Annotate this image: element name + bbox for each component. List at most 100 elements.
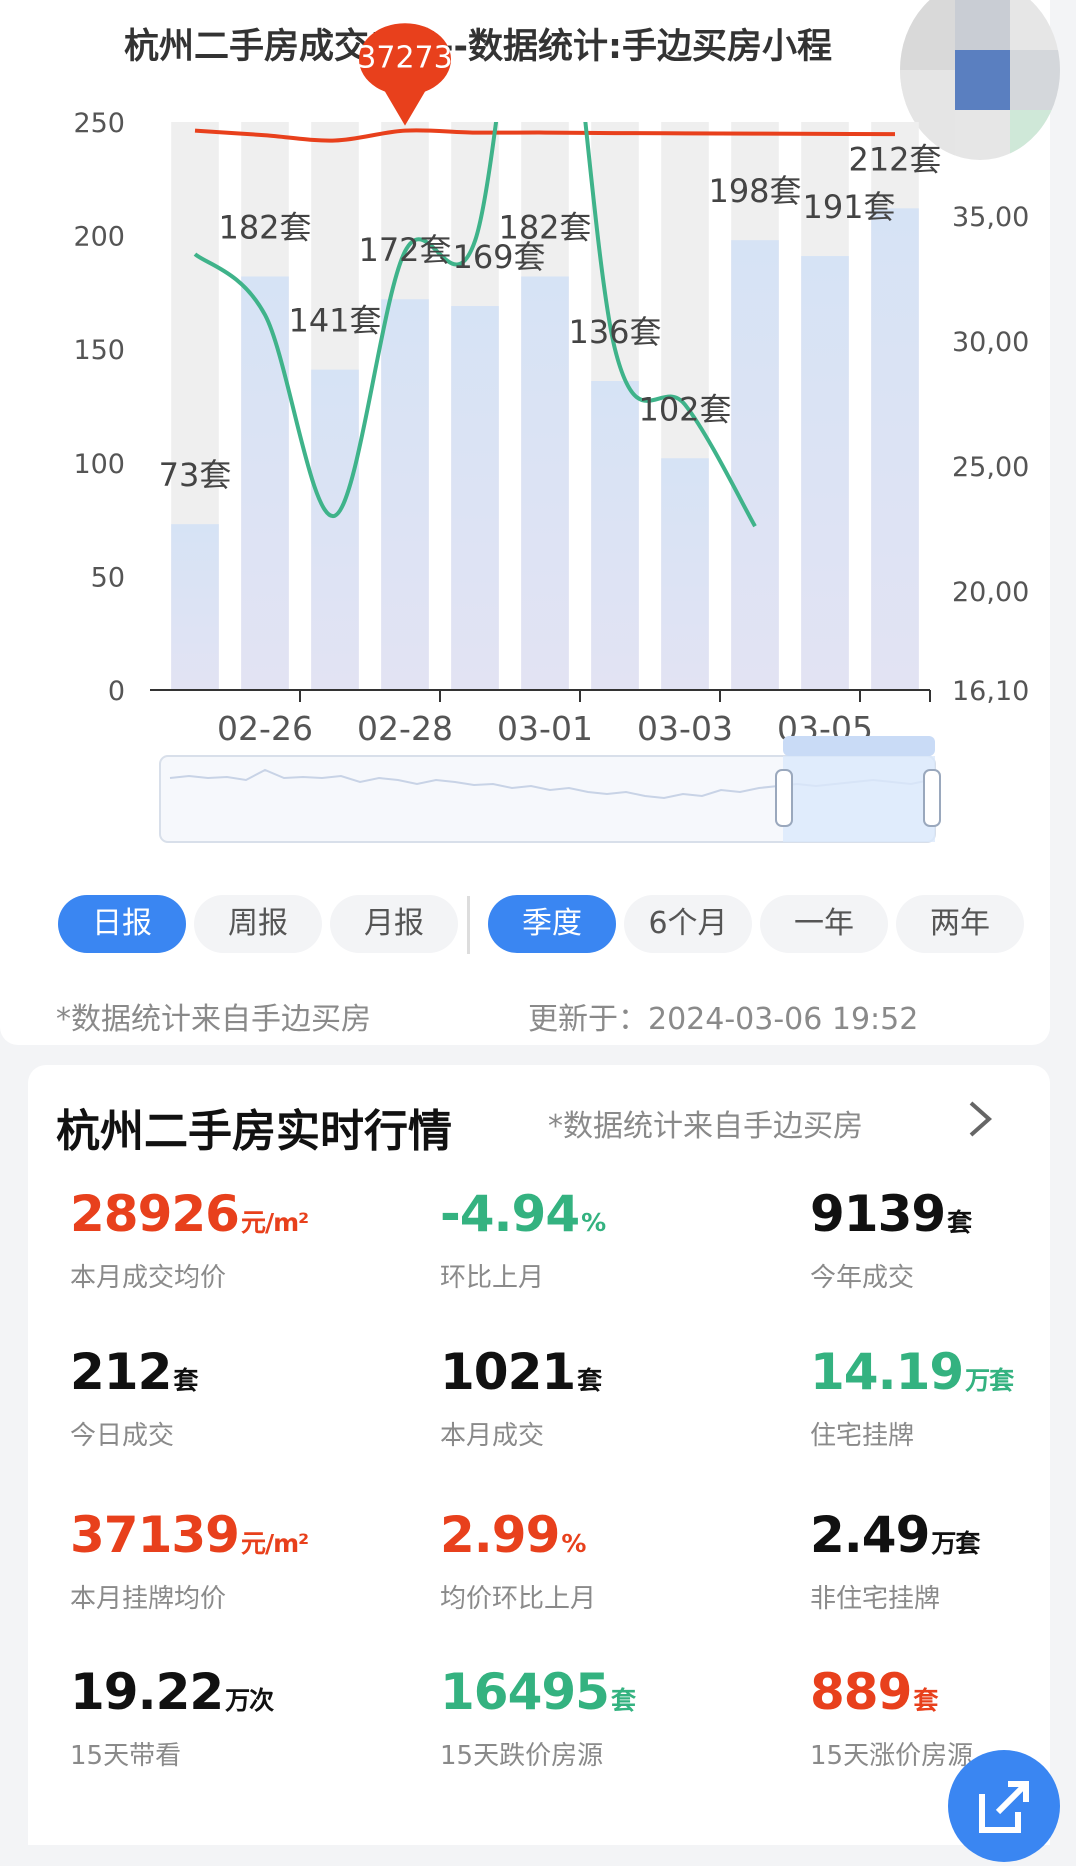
stat-label: 今年成交	[810, 1263, 915, 1293]
stat-value: 28926元/m²	[70, 1185, 309, 1243]
stat-label: 本月成交	[440, 1421, 545, 1451]
left-axis-tick: 200	[73, 222, 125, 253]
stat-label: 均价环比上月	[440, 1584, 597, 1614]
stat-unit: 元/m²	[240, 1529, 309, 1558]
stat-unit: 套	[173, 1366, 198, 1395]
right-axis-tick: 20,00	[952, 577, 1029, 608]
stat-item: 212套今日成交	[70, 1343, 198, 1452]
stat-item: 28926元/m² 本月成交均价	[70, 1185, 309, 1294]
bar-data-label: 182套	[218, 208, 311, 246]
bar	[241, 276, 289, 690]
slider-handle-left	[775, 769, 793, 827]
stat-label: 本月挂牌均价	[70, 1584, 227, 1614]
bar-data-label: 136套	[568, 313, 661, 351]
market-card: 杭州二手房实时行情 *数据统计来自手边买房 28926元/m² 本月成交均价 -4.…	[28, 1065, 1050, 1845]
bar	[311, 369, 359, 690]
right-axis-tick: 35,00	[952, 202, 1029, 233]
left-axis-tick: 0	[108, 676, 125, 707]
stat-unit: %	[561, 1529, 586, 1558]
section-note: *数据统计来自手边买房	[548, 1109, 863, 1144]
stat-item: 14.19万套住宅挂牌	[810, 1343, 1014, 1452]
trade-trend-chart: 250 200 150 100 50 0 35,00 30,00 25,00 20,00 16,1…	[73, 23, 1029, 843]
stat-value: 1021套	[440, 1343, 602, 1401]
stat-unit: 元/m²	[240, 1208, 309, 1237]
stat-label: 今日成交	[70, 1421, 175, 1451]
bar-data-label: 198套	[708, 172, 801, 210]
stat-unit: 套	[610, 1686, 636, 1715]
bar	[871, 208, 919, 690]
tab-2-years[interactable]: 两年	[896, 895, 1024, 953]
stat-value: 9139套	[810, 1185, 972, 1243]
price-marker[interactable]: 37273	[357, 23, 453, 126]
tab-6-months[interactable]: 6个月	[624, 895, 752, 953]
tab-daily[interactable]: 日报	[58, 895, 186, 953]
stat-value: 14.19万套	[810, 1343, 1014, 1401]
tab-1-year[interactable]: 一年	[760, 895, 888, 953]
bar	[381, 299, 429, 690]
x-axis-tick: 03-03	[637, 709, 733, 748]
x-axis-tick: 02-26	[217, 709, 313, 748]
bar-data-label: 102套	[638, 390, 731, 428]
bar-data-label: 73套	[159, 456, 232, 494]
stat-value: 212套	[70, 1343, 198, 1401]
stat-value: 19.22万次	[70, 1663, 274, 1721]
bar-data-label: 172套	[358, 231, 451, 269]
stat-value: 16495套	[440, 1663, 636, 1721]
chevron-right-icon[interactable]	[963, 1099, 997, 1139]
left-axis-tick: 100	[73, 449, 125, 480]
bar-data-label: 182套	[498, 208, 591, 246]
bar-data-label: 191套	[802, 188, 895, 226]
tab-quarter[interactable]: 季度	[488, 895, 616, 953]
slider-window-bar	[783, 736, 935, 756]
stat-value: 2.99%	[440, 1506, 586, 1564]
external-link-icon	[979, 1781, 1029, 1833]
stat-unit: 套	[947, 1208, 972, 1237]
bar	[731, 240, 779, 691]
stat-item: 19.22万次 15天带看	[70, 1663, 274, 1772]
bar-data-label: 212套	[848, 140, 941, 178]
stat-item: -4.94% 环比上月	[440, 1185, 606, 1294]
stat-value: 889套	[810, 1663, 938, 1721]
bar	[591, 381, 639, 690]
share-button[interactable]	[948, 1750, 1060, 1862]
price-marker-label: 37273	[357, 41, 452, 76]
bar-data-label: 141套	[288, 302, 381, 340]
bar	[171, 524, 219, 690]
stat-label: 非住宅挂牌	[810, 1584, 941, 1614]
stat-value: 2.49万套	[810, 1506, 980, 1564]
tab-monthly[interactable]: 月报	[330, 895, 458, 953]
stat-item: 37139元/m² 本月挂牌均价	[70, 1506, 309, 1615]
stat-item: 2.49万套非住宅挂牌	[810, 1506, 980, 1615]
stat-unit: 万套	[931, 1529, 980, 1558]
section-title: 杭州二手房实时行情	[56, 1106, 452, 1157]
x-axis-tick: 02-28	[357, 709, 453, 748]
stat-value: -4.94%	[440, 1185, 606, 1243]
stat-item: 1021套本月成交	[440, 1343, 602, 1452]
stat-label: 15天带看	[70, 1741, 182, 1771]
stat-label: 15天跌价房源	[440, 1741, 604, 1771]
stat-label: 住宅挂牌	[810, 1421, 915, 1451]
zoom-slider[interactable]	[159, 736, 941, 843]
bar	[521, 276, 569, 690]
stat-unit: 万套	[965, 1366, 1014, 1395]
stat-item: 9139套今年成交	[810, 1185, 972, 1294]
stat-label: 环比上月	[440, 1263, 545, 1293]
right-axis-tick: 16,10	[952, 676, 1029, 707]
stat-unit: %	[581, 1208, 606, 1237]
bar	[451, 306, 499, 690]
bar	[801, 256, 849, 690]
left-axis-tick: 250	[73, 108, 125, 139]
source-note: *数据统计来自手边买房	[56, 1002, 371, 1037]
stat-unit: 套	[913, 1686, 938, 1715]
tab-weekly[interactable]: 周报	[194, 895, 322, 953]
left-axis-tick: 150	[73, 335, 125, 366]
stat-item: 2.99% 均价环比上月	[440, 1506, 596, 1615]
stat-unit: 套	[577, 1366, 602, 1395]
slider-handle-right	[923, 769, 941, 827]
stat-label: 本月成交均价	[70, 1263, 227, 1293]
left-axis-tick: 50	[91, 562, 125, 593]
stat-value: 37139元/m²	[70, 1506, 309, 1564]
stat-unit: 万次	[225, 1686, 274, 1715]
tab-divider	[467, 896, 470, 954]
x-axis-tick: 03-01	[497, 709, 593, 748]
